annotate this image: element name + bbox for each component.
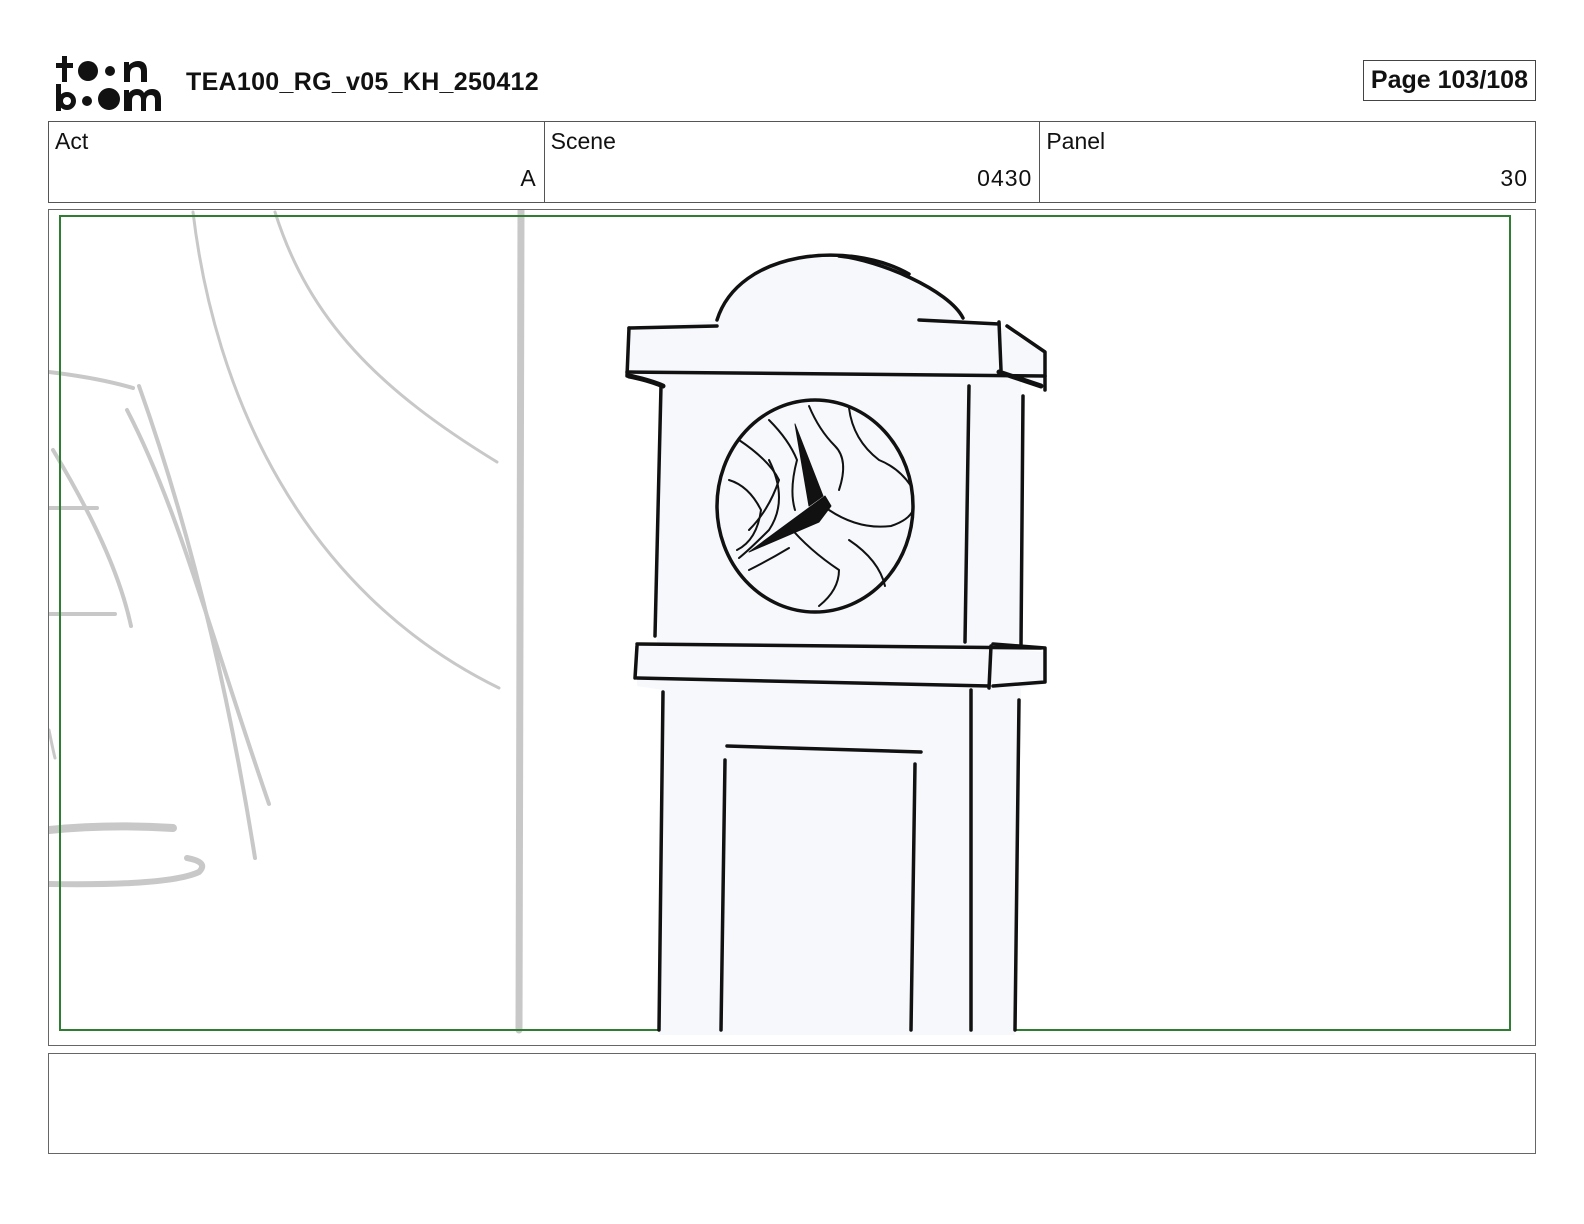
panel-notes-box xyxy=(48,1053,1536,1154)
storyboard-panel-image xyxy=(48,209,1536,1046)
scene-label: Scene xyxy=(550,128,616,154)
scene-cell: Scene 0430 xyxy=(545,122,1041,202)
scene-value: 0430 xyxy=(977,165,1033,191)
panel-cell: Panel 30 xyxy=(1040,122,1535,202)
panel-label: Panel xyxy=(1046,128,1106,154)
act-value: A xyxy=(520,165,537,191)
panel-value: 30 xyxy=(1500,165,1529,191)
page-indicator: Page 103/108 xyxy=(1362,60,1536,101)
grandfather-clock-sketch-icon xyxy=(49,210,1511,1035)
page-header: TEA100_RG_v05_KH_250412 Page 103/108 xyxy=(48,48,1536,118)
document-title: TEA100_RG_v05_KH_250412 xyxy=(186,68,539,96)
act-cell: Act A xyxy=(49,122,545,202)
act-label: Act xyxy=(55,128,89,154)
panel-info-row: Act A Scene 0430 Panel 30 xyxy=(48,121,1536,203)
toon-boom-logo xyxy=(56,56,161,111)
